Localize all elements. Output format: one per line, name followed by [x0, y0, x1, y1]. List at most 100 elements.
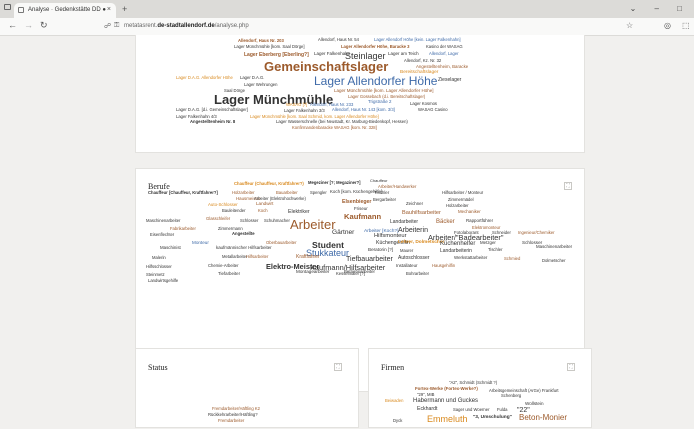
- cloud-word[interactable]: Emmeluth: [427, 415, 468, 424]
- cloud-word[interactable]: Arbeiter: [290, 218, 336, 231]
- cloud-word[interactable]: Sager und Woerner: [453, 407, 489, 412]
- cloud-word[interactable]: Maurer: [400, 248, 413, 253]
- new-tab-button[interactable]: +: [122, 4, 127, 14]
- cloud-word[interactable]: Metzger: [480, 240, 496, 245]
- cloud-word[interactable]: Maschinist: [160, 245, 181, 250]
- cloud-word[interactable]: Wollstein: [525, 401, 544, 407]
- cloud-word[interactable]: WASAG [?]: [286, 102, 307, 107]
- cloud-word[interactable]: "3, Umschulung": [473, 415, 512, 421]
- url-bar[interactable]: ☍ ⚿ metatasrent.de-stadtallendorf.de/ana…: [100, 20, 620, 33]
- cloud-word[interactable]: Bauleitender: [222, 208, 246, 213]
- cloud-word[interactable]: Lager Münchmühle [kom. Saal Dörge]: [234, 44, 305, 49]
- cloud-word[interactable]: Koch: [258, 208, 268, 213]
- cloud-word[interactable]: Beiwaden: [385, 398, 403, 403]
- cloud-word[interactable]: Tiefbauarbeiter: [346, 256, 393, 263]
- cloud-word[interactable]: Habermann und Guckes: [413, 398, 478, 404]
- cloud-word[interactable]: Tiefarbeiter: [218, 271, 240, 276]
- cloud-word[interactable]: Kaufmann: [344, 213, 381, 221]
- cloud-word[interactable]: Lager Allendorf Höhe [kein. Lager Falken…: [374, 37, 461, 42]
- reload-icon[interactable]: ↻: [40, 20, 48, 31]
- cloud-word[interactable]: Lager Allendorfer Höhe: [314, 75, 437, 87]
- cloud-word[interactable]: Fabrikarbeiter: [170, 226, 196, 231]
- cloud-word[interactable]: Bauarbeiter: [276, 190, 298, 195]
- cloud-word[interactable]: Lager am Teich: [388, 51, 419, 57]
- cloud-word[interactable]: Hilfsmonteur: [374, 233, 407, 240]
- cloud-word[interactable]: Fremdarbeiter/Häftling K2: [212, 406, 260, 411]
- cloud-word[interactable]: Schneider: [492, 230, 511, 235]
- extension-icon[interactable]: ◎: [664, 21, 671, 30]
- bookmark-star-icon[interactable]: ☆: [626, 21, 633, 30]
- cloud-word[interactable]: Megeziner [?; Megaziner?]: [308, 180, 361, 185]
- cloud-word[interactable]: Steinmetz: [146, 272, 165, 277]
- cloud-word[interactable]: Kasino der WASAG: [426, 44, 463, 49]
- cloud-word[interactable]: Chauffeur [Chauffeur, Kraftfahrer?]: [148, 190, 218, 195]
- cloud-word[interactable]: Hilfsschlosser: [146, 264, 172, 269]
- cloud-word[interactable]: Eckhardt: [417, 406, 437, 412]
- cloud-word[interactable]: Landarbeiter: [390, 220, 418, 225]
- cloud-word[interactable]: WASAG Casino: [418, 107, 448, 112]
- back-icon[interactable]: ←: [8, 20, 17, 30]
- cloud-word[interactable]: Holzarbeiter: [446, 203, 469, 208]
- cloud-word[interactable]: Lager D.A.G.: [240, 75, 264, 80]
- cloud-word[interactable]: Eisenflechter: [150, 232, 174, 237]
- cloud-word[interactable]: Lager Wehrungen: [244, 82, 277, 87]
- cloud-word[interactable]: Allendorf, Kz. Nr. 32: [404, 58, 441, 63]
- tab-close-icon[interactable]: ×: [107, 6, 111, 13]
- cloud-word[interactable]: Landarbeiterin: [440, 249, 472, 254]
- cloud-word[interactable]: Bäcker: [436, 219, 455, 225]
- cloud-word[interactable]: Dolmetscher: [542, 258, 566, 263]
- cloud-word[interactable]: Bauhilfsarbeiter: [402, 210, 441, 217]
- cloud-word[interactable]: Angestelltenheim Nr. 8: [190, 119, 235, 124]
- cloud-word[interactable]: Metallarbeiter: [222, 254, 247, 259]
- cloud-word[interactable]: Betriebsarbeiter: [344, 269, 375, 274]
- cloud-word[interactable]: Rapportführer: [466, 218, 493, 223]
- cloud-word[interactable]: Bohrarbeiter: [406, 271, 429, 276]
- cloud-word[interactable]: Fulda: [497, 407, 507, 412]
- cloud-word[interactable]: Fotolaborant: [454, 230, 479, 235]
- cloud-word[interactable]: Lager D.A.G. [d.i. Gemeinschaftslager]: [176, 107, 248, 112]
- cloud-word[interactable]: Dyck: [393, 418, 402, 423]
- cloud-word[interactable]: Mechaniker: [458, 209, 481, 214]
- cloud-word[interactable]: Zeichner: [406, 201, 423, 206]
- cloud-word[interactable]: Schuhmacher: [264, 218, 290, 223]
- cloud-word[interactable]: Chauffeur: [370, 179, 388, 183]
- cloud-word[interactable]: Gärtner: [332, 229, 354, 237]
- cloud-word[interactable]: Gemeinschaftslager: [264, 60, 388, 73]
- cloud-word[interactable]: Arbeitsgemeinschaft (ArGe) Frankfurt: [489, 388, 559, 393]
- cloud-word[interactable]: Allendorf, Haus Nr. 143 [kom. 3/3]: [332, 107, 395, 112]
- cloud-word[interactable]: Beratorin [?]: [368, 247, 393, 253]
- cloud-word[interactable]: Lager Münchmühle [kom. Lager Allendorfer…: [334, 88, 434, 94]
- cloud-word[interactable]: Lager Eberberg [Eberling?]: [244, 53, 309, 58]
- cloud-word[interactable]: Monteur: [192, 240, 209, 246]
- cloud-word[interactable]: Schlosser: [240, 218, 258, 223]
- cloud-word[interactable]: Hilfsarbeiter / Monteur: [442, 190, 483, 195]
- cloud-word[interactable]: Schenberg: [501, 393, 521, 398]
- cloud-word[interactable]: "A2", Schmidt (Schmidt ?): [449, 380, 497, 385]
- cloud-word[interactable]: Friseur: [354, 206, 368, 211]
- cloud-word[interactable]: Spengler: [310, 190, 327, 195]
- cloud-word[interactable]: Maschinenarbeiter: [536, 244, 572, 249]
- cloud-word[interactable]: Hausgehilfin: [432, 263, 455, 268]
- cloud-word[interactable]: Konfirmandenbaracke WASAG [kom. Nr. 328]: [292, 125, 377, 130]
- cloud-word[interactable]: Allendorf, Haus Nr. 54: [318, 37, 359, 42]
- cloud-word[interactable]: Rückkehrarbeiter/Häftling?: [208, 412, 258, 417]
- cloud-word[interactable]: Tischler: [374, 190, 389, 195]
- cloud-word[interactable]: kaufmännischer Hilfsarbeiter: [216, 245, 272, 250]
- cloud-word[interactable]: Bergarbeiter: [373, 197, 396, 202]
- cloud-word[interactable]: Kraftfahrer: [296, 255, 320, 260]
- cloud-word[interactable]: Elsenbieger: [342, 199, 371, 205]
- cloud-word[interactable]: "29", MIB: [417, 392, 434, 397]
- cloud-word[interactable]: Zimmermädel: [448, 197, 474, 202]
- cloud-word[interactable]: Elektriker: [288, 209, 310, 215]
- cloud-word[interactable]: Zieselager: [438, 78, 461, 83]
- cloud-word[interactable]: Lehrer, Dolmetscher: [398, 240, 444, 246]
- cloud-word[interactable]: Installateur: [396, 263, 417, 268]
- cloud-word[interactable]: Lager D.A.G. Allendorfer Höhe: [176, 75, 233, 80]
- cloud-word[interactable]: Landwirtsgehilfe: [148, 278, 178, 283]
- window-controls[interactable]: ⌄ – □: [630, 4, 690, 13]
- cloud-word[interactable]: Allendorf, Haus Nr. 203: [238, 38, 284, 43]
- cloud-word[interactable]: Chauffeur (Chauffeur, Kraftfahrer?): [234, 181, 304, 186]
- cloud-word[interactable]: Autoschlosser: [398, 256, 429, 261]
- cloud-word[interactable]: Montagearbeiter: [296, 269, 329, 275]
- cloud-word[interactable]: Fortex-Werke (Fortex-Werke?): [415, 386, 478, 391]
